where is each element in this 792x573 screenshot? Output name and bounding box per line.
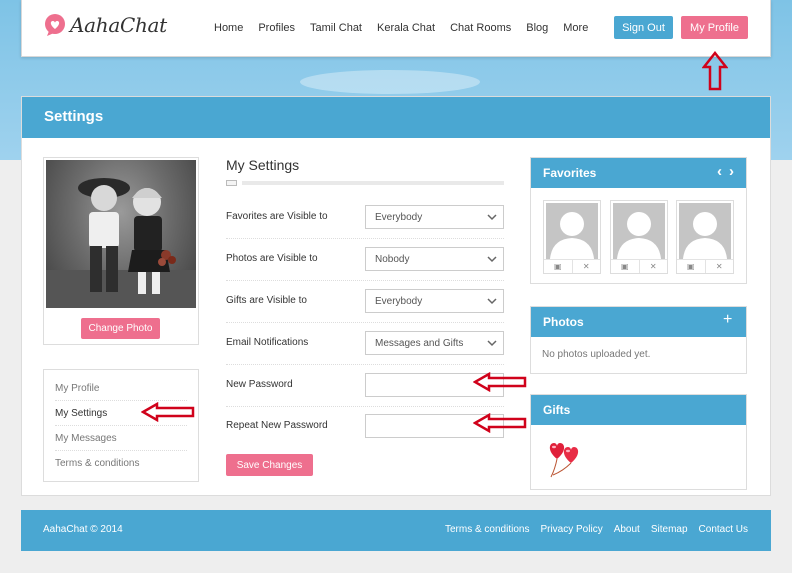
message-icon[interactable]: ▣ <box>544 260 573 273</box>
photos-empty-text: No photos uploaded yet. <box>542 349 651 360</box>
side-menu: My Profile My Settings My Messages Terms… <box>43 369 199 482</box>
my-settings-form: My Settings Favorites are Visible to Eve… <box>226 157 504 476</box>
favorites-prev-icon[interactable]: ‹ <box>717 163 722 180</box>
settings-title: My Settings <box>226 157 300 173</box>
annotation-arrow-left-icon <box>141 402 195 422</box>
photos-title: Photos <box>543 315 584 329</box>
chevron-down-icon <box>487 214 497 221</box>
side-menu-my-messages[interactable]: My Messages <box>55 426 187 451</box>
favorites-visibility-value: Everybody <box>375 212 423 223</box>
email-notifications-row: Email Notifications Messages and Gifts <box>226 323 504 365</box>
photos-visibility-row: Photos are Visible to Nobody <box>226 239 504 281</box>
page-title: Settings <box>22 97 770 138</box>
favorites-visibility-row: Favorites are Visible to Everybody <box>226 197 504 239</box>
favorite-card[interactable]: ▣ ✕ <box>610 200 668 274</box>
photos-visibility-value: Nobody <box>375 254 410 265</box>
chat-bubble-heart-icon <box>45 14 65 36</box>
repeat-password-row: Repeat New Password <box>226 406 504 448</box>
favorite-actions: ▣ ✕ <box>544 259 600 273</box>
photos-panel: Photos + No photos uploaded yet. <box>530 306 747 374</box>
save-changes-button[interactable]: Save Changes <box>226 454 313 476</box>
favorite-actions: ▣ ✕ <box>611 259 667 273</box>
remove-icon[interactable]: ✕ <box>573 260 601 273</box>
chevron-down-icon <box>487 340 497 347</box>
email-notifications-label: Email Notifications <box>226 337 309 348</box>
footer-link-terms[interactable]: Terms & conditions <box>445 524 529 535</box>
chevron-down-icon <box>487 256 497 263</box>
annotation-arrow-left-icon <box>473 413 527 433</box>
new-password-label: New Password <box>226 379 293 390</box>
favorite-card[interactable]: ▣ ✕ <box>676 200 734 274</box>
side-menu-my-profile[interactable]: My Profile <box>55 376 187 401</box>
annotation-arrow-left-icon <box>473 372 527 392</box>
profile-photo <box>46 160 196 308</box>
remove-icon[interactable]: ✕ <box>640 260 668 273</box>
settings-progress <box>226 180 504 186</box>
gifts-visibility-value: Everybody <box>375 296 423 307</box>
default-avatar-icon <box>613 203 665 259</box>
favorite-card[interactable]: ▣ ✕ <box>543 200 601 274</box>
message-icon[interactable]: ▣ <box>611 260 640 273</box>
nav-tamil-chat[interactable]: Tamil Chat <box>310 22 362 34</box>
favorites-panel: Favorites ‹ › ▣ ✕ ▣ ✕ ▣ ✕ <box>530 157 747 284</box>
favorites-title: Favorites <box>543 166 597 180</box>
nav-more[interactable]: More <box>563 22 588 34</box>
nav-profiles[interactable]: Profiles <box>258 22 295 34</box>
my-profile-button[interactable]: My Profile <box>681 16 748 39</box>
gifts-header: Gifts <box>531 395 746 425</box>
side-menu-terms[interactable]: Terms & conditions <box>55 451 187 476</box>
sign-out-button[interactable]: Sign Out <box>614 16 673 39</box>
progress-bar <box>242 181 504 185</box>
remove-icon[interactable]: ✕ <box>706 260 734 273</box>
footer-link-about[interactable]: About <box>614 524 640 535</box>
footer-link-privacy[interactable]: Privacy Policy <box>540 524 602 535</box>
favorites-header: Favorites ‹ › <box>531 158 746 188</box>
nav-home[interactable]: Home <box>214 22 243 34</box>
new-password-row: New Password <box>226 365 504 407</box>
gifts-title: Gifts <box>543 403 571 417</box>
favorite-actions: ▣ ✕ <box>677 259 733 273</box>
heart-balloons-icon <box>549 443 579 478</box>
favorites-visibility-select[interactable]: Everybody <box>365 205 504 229</box>
photos-visibility-label: Photos are Visible to <box>226 253 318 264</box>
favorites-next-icon[interactable]: › <box>729 163 734 180</box>
default-avatar-icon <box>546 203 598 259</box>
gifts-panel: Gifts <box>530 394 747 490</box>
footer-links: Terms & conditions Privacy Policy About … <box>434 524 748 535</box>
settings-card: Settings Change Photo My Profile My Sett… <box>21 96 771 496</box>
email-notifications-select[interactable]: Messages and Gifts <box>365 331 504 355</box>
email-notifications-value: Messages and Gifts <box>375 338 464 349</box>
main-nav: Home Profiles Tamil Chat Kerala Chat Cha… <box>214 22 603 34</box>
logo[interactable]: AahaChat <box>44 13 167 37</box>
footer-copyright: AahaChat © 2014 <box>43 524 123 535</box>
nav-chat-rooms[interactable]: Chat Rooms <box>450 22 511 34</box>
photos-visibility-select[interactable]: Nobody <box>365 247 504 271</box>
profile-photo-card: Change Photo <box>43 157 199 345</box>
children-photo-image <box>46 178 196 308</box>
photos-header: Photos + <box>531 307 746 337</box>
favorites-visibility-label: Favorites are Visible to <box>226 211 328 222</box>
gifts-visibility-row: Gifts are Visible to Everybody <box>226 281 504 323</box>
add-photo-icon[interactable]: + <box>723 311 732 329</box>
cloud <box>300 70 480 94</box>
repeat-password-label: Repeat New Password <box>226 420 328 431</box>
footer-link-contact[interactable]: Contact Us <box>699 524 748 535</box>
battery-icon <box>226 180 237 186</box>
nav-kerala-chat[interactable]: Kerala Chat <box>377 22 435 34</box>
logo-text: AahaChat <box>70 13 167 37</box>
chevron-down-icon <box>487 298 497 305</box>
change-photo-button[interactable]: Change Photo <box>81 318 160 339</box>
footer-link-sitemap[interactable]: Sitemap <box>651 524 688 535</box>
gifts-visibility-label: Gifts are Visible to <box>226 295 307 306</box>
annotation-arrow-up-icon <box>702 51 728 91</box>
gifts-visibility-select[interactable]: Everybody <box>365 289 504 313</box>
top-navigation-bar: AahaChat Home Profiles Tamil Chat Kerala… <box>21 0 771 57</box>
nav-blog[interactable]: Blog <box>526 22 548 34</box>
default-avatar-icon <box>679 203 731 259</box>
footer: AahaChat © 2014 Terms & conditions Priva… <box>21 510 771 551</box>
message-icon[interactable]: ▣ <box>677 260 706 273</box>
